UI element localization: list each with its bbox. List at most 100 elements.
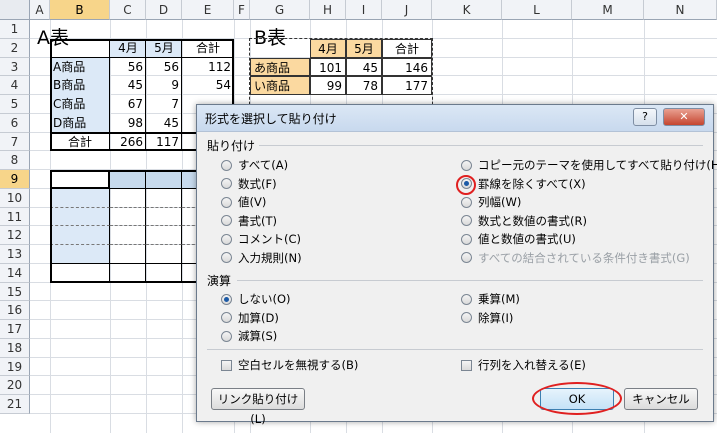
paste-radio[interactable] — [461, 159, 472, 171]
operation-right-option-0[interactable]: 乗算(M) — [461, 291, 520, 307]
transpose-label: 行列を入れ替える(E) — [478, 358, 586, 372]
transpose-checkbox[interactable] — [461, 359, 472, 371]
operation-label: しない(O) — [238, 292, 291, 306]
paste-section-divider — [259, 145, 703, 146]
column-header-e[interactable]: E — [182, 0, 234, 20]
row-header-4[interactable]: 4 — [0, 76, 30, 95]
row-header-16[interactable]: 16 — [0, 301, 30, 320]
paste-radio[interactable] — [221, 233, 232, 245]
column-header-l[interactable]: L — [502, 0, 572, 20]
operation-label: 乗算(M) — [478, 292, 520, 306]
options-divider — [207, 349, 703, 350]
transpose-option[interactable]: 行列を入れ替える(E) — [461, 357, 586, 373]
paste-radio[interactable] — [461, 196, 472, 208]
paste-left-option-1[interactable]: 数式(F) — [221, 176, 277, 192]
column-header-h[interactable]: H — [310, 0, 346, 20]
ok-button[interactable]: OK — [540, 388, 614, 410]
paste-radio[interactable] — [221, 215, 232, 226]
paste-right-option-1[interactable]: 罫線を除くすべて(X) — [461, 176, 586, 192]
paste-right-option-2[interactable]: 列幅(W) — [461, 194, 521, 210]
column-header-d[interactable]: D — [146, 0, 182, 20]
row-header-18[interactable]: 18 — [0, 339, 30, 358]
paste-special-dialog: 形式を選択して貼り付け ? ✕ 貼り付け すべて(A) 数式(F) 値(V) 書式(T… — [196, 104, 717, 426]
paste-label: 数式と数値の書式(R) — [478, 213, 587, 228]
paste-radio[interactable] — [221, 159, 232, 171]
operation-left-option-2[interactable]: 減算(S) — [221, 328, 277, 344]
row-header-2[interactable]: 2 — [0, 39, 30, 58]
dialog-titlebar[interactable]: 形式を選択して貼り付け ? ✕ — [197, 105, 713, 132]
paste-left-option-0[interactable]: すべて(A) — [221, 157, 288, 173]
cancel-button[interactable]: キャンセル — [624, 388, 698, 410]
paste-right-option-0[interactable]: コピー元のテーマを使用してすべて貼り付け(H) — [461, 157, 717, 173]
paste-left-option-3[interactable]: 書式(T) — [221, 213, 277, 229]
row-header-20[interactable]: 20 — [0, 376, 30, 395]
column-header-k[interactable]: K — [432, 0, 502, 20]
operation-radio[interactable] — [461, 312, 472, 323]
row-header-9[interactable]: 9 — [0, 170, 30, 189]
paste-radio[interactable] — [461, 178, 472, 189]
paste-radio[interactable] — [461, 233, 472, 245]
row-header-8[interactable]: 8 — [0, 151, 30, 170]
active-cell[interactable] — [50, 170, 110, 189]
paste-right-option-4[interactable]: 値と数値の書式(U) — [461, 231, 576, 247]
row-header-17[interactable]: 17 — [0, 320, 30, 339]
paste-label: すべての結合されている条件付き書式(G) — [478, 250, 690, 265]
paste-radio[interactable] — [461, 215, 472, 226]
row-header-11[interactable]: 11 — [0, 208, 30, 226]
row-header-12[interactable]: 12 — [0, 226, 30, 245]
row-header-13[interactable]: 13 — [0, 245, 30, 264]
column-header-n[interactable]: N — [644, 0, 717, 20]
paste-label: 書式(T) — [238, 213, 277, 228]
row-header-19[interactable]: 19 — [0, 358, 30, 376]
row-header-14[interactable]: 14 — [0, 264, 30, 283]
skip-blanks-checkbox[interactable] — [221, 359, 232, 371]
operation-radio[interactable] — [221, 330, 232, 342]
column-header-a[interactable]: A — [30, 0, 50, 20]
operation-radio[interactable] — [221, 293, 232, 305]
paste-left-option-5[interactable]: 入力規則(N) — [221, 250, 302, 266]
paste-label: 列幅(W) — [478, 195, 522, 209]
skip-blanks-option[interactable]: 空白セルを無視する(B) — [221, 357, 358, 373]
operation-section-label: 演算 — [207, 274, 232, 288]
operation-label: 加算(D) — [238, 310, 279, 325]
operation-left-option-1[interactable]: 加算(D) — [221, 310, 279, 326]
paste-radio[interactable] — [221, 252, 232, 263]
operation-right-option-1[interactable]: 除算(I) — [461, 310, 513, 326]
paste-radio[interactable] — [221, 196, 232, 208]
row-header-1[interactable]: 1 — [0, 20, 30, 39]
row-header-6[interactable]: 6 — [0, 114, 30, 133]
paste-radio[interactable] — [221, 178, 232, 189]
help-button[interactable]: ? — [633, 108, 657, 126]
paste-label: 数式(F) — [238, 176, 277, 191]
row-header-5[interactable]: 5 — [0, 95, 30, 114]
column-header-f[interactable]: F — [234, 0, 250, 20]
paste-left-option-2[interactable]: 値(V) — [221, 194, 266, 210]
operation-label: 減算(S) — [238, 329, 278, 343]
operation-radio[interactable] — [221, 312, 232, 323]
help-icon: ? — [642, 110, 648, 123]
column-header-j[interactable]: J — [382, 0, 432, 20]
select-all-corner[interactable] — [0, 0, 30, 20]
column-header-c[interactable]: C — [110, 0, 146, 20]
paste-link-button[interactable]: リンク貼り付け(L) — [211, 388, 305, 426]
paste-section-label: 貼り付け — [207, 139, 256, 153]
row-header-3[interactable]: 3 — [0, 58, 30, 76]
paste-left-option-4[interactable]: コメント(C) — [221, 231, 301, 247]
operation-section-divider — [237, 280, 703, 281]
row-header-21[interactable]: 21 — [0, 395, 30, 414]
operation-label: 除算(I) — [478, 310, 514, 325]
row-header-15[interactable]: 15 — [0, 283, 30, 301]
paste-right-option-3[interactable]: 数式と数値の書式(R) — [461, 213, 587, 229]
column-header-b[interactable]: B — [50, 0, 110, 20]
row-header-10[interactable]: 10 — [0, 189, 30, 208]
close-button[interactable]: ✕ — [663, 108, 705, 126]
row-header-7[interactable]: 7 — [0, 133, 30, 151]
operation-left-option-0[interactable]: しない(O) — [221, 291, 291, 307]
paste-label: コピー元のテーマを使用してすべて貼り付け(H) — [478, 158, 717, 172]
column-header-m[interactable]: M — [572, 0, 644, 20]
operation-radio[interactable] — [461, 293, 472, 305]
table-a-divider — [145, 39, 146, 151]
column-header-g[interactable]: G — [250, 0, 310, 20]
paste-label: すべて(A) — [238, 158, 289, 172]
column-header-i[interactable]: I — [346, 0, 382, 20]
